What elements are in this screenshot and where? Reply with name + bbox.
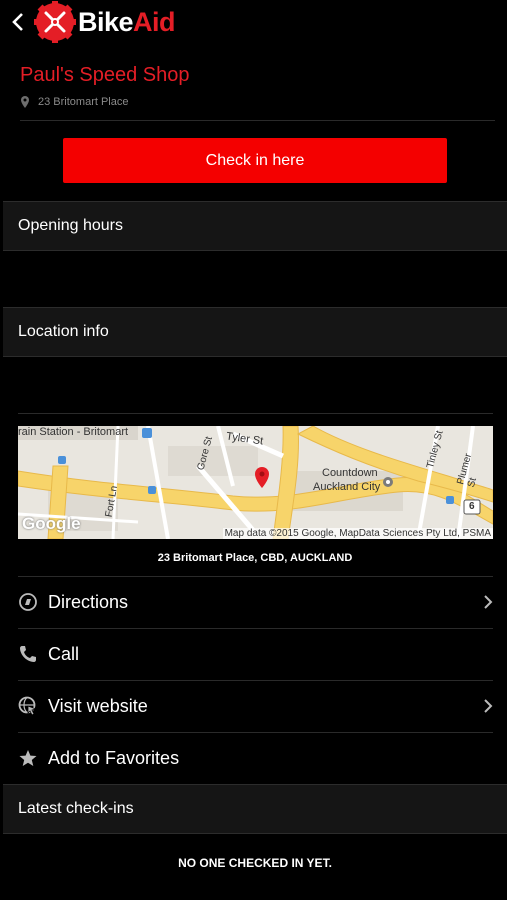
top-bar: BikeAid <box>0 0 507 44</box>
section-location-info: Location info <box>3 307 507 357</box>
shop-address-text: 23 Britomart Place <box>38 96 129 108</box>
google-watermark: Google <box>22 514 81 533</box>
opening-hours-body <box>3 251 507 307</box>
call-row[interactable]: Call <box>18 628 493 680</box>
map-attribution: Map data ©2015 Google, MapData Sciences … <box>222 528 493 539</box>
section-title: Latest check-ins <box>18 800 134 817</box>
check-in-button[interactable]: Check in here <box>63 138 447 183</box>
visit-website-label: Visit website <box>48 695 148 716</box>
globe-cursor-icon <box>18 696 38 716</box>
empty-checkins-message: NO ONE CHECKED IN YET. <box>178 856 332 870</box>
shop-name: Paul's Speed Shop <box>20 64 190 86</box>
map-label-countdown: Countdown <box>322 467 378 479</box>
divider <box>20 120 495 121</box>
map-label-station: rain Station - Britomart <box>18 426 129 438</box>
back-arrow-icon[interactable] <box>8 8 30 36</box>
section-title: Location info <box>18 323 109 340</box>
directions-label: Directions <box>48 591 129 612</box>
directions-row[interactable]: Directions <box>18 576 493 628</box>
map-address-caption: 23 Britomart Place, CBD, AUCKLAND <box>157 552 353 564</box>
map-label-auckland-city: Auckland City <box>313 481 381 493</box>
location-pin-icon <box>21 96 29 108</box>
bikeaid-logo: BikeAid <box>34 0 176 44</box>
chevron-right-icon <box>484 699 493 713</box>
phone-icon <box>18 644 38 664</box>
brand-part1: Bike <box>78 6 134 37</box>
divider <box>18 413 493 414</box>
call-label: Call <box>48 643 80 664</box>
location-map[interactable]: rain Station - Britomart Tyler St Gore S… <box>18 426 493 539</box>
location-info-body <box>3 357 507 413</box>
map-route-shield: 6 <box>469 501 475 512</box>
section-title: Opening hours <box>18 217 123 234</box>
brand-part2: Aid <box>133 6 176 37</box>
add-to-favorites-label: Add to Favorites <box>48 747 180 768</box>
add-to-favorites-row[interactable]: Add to Favorites <box>18 732 493 784</box>
brand-name: BikeAid <box>78 6 176 38</box>
section-latest-checkins: Latest check-ins <box>3 784 507 834</box>
star-icon <box>18 748 38 768</box>
section-opening-hours: Opening hours <box>3 201 507 251</box>
chevron-right-icon <box>484 595 493 609</box>
shop-address: 23 Britomart Place <box>20 96 128 108</box>
shop-detail: Paul's Speed Shop 23 Britomart Place Che… <box>3 44 507 900</box>
bikeaid-logo-mark-icon <box>34 1 76 43</box>
visit-website-row[interactable]: Visit website <box>18 680 493 732</box>
compass-icon <box>18 592 38 612</box>
